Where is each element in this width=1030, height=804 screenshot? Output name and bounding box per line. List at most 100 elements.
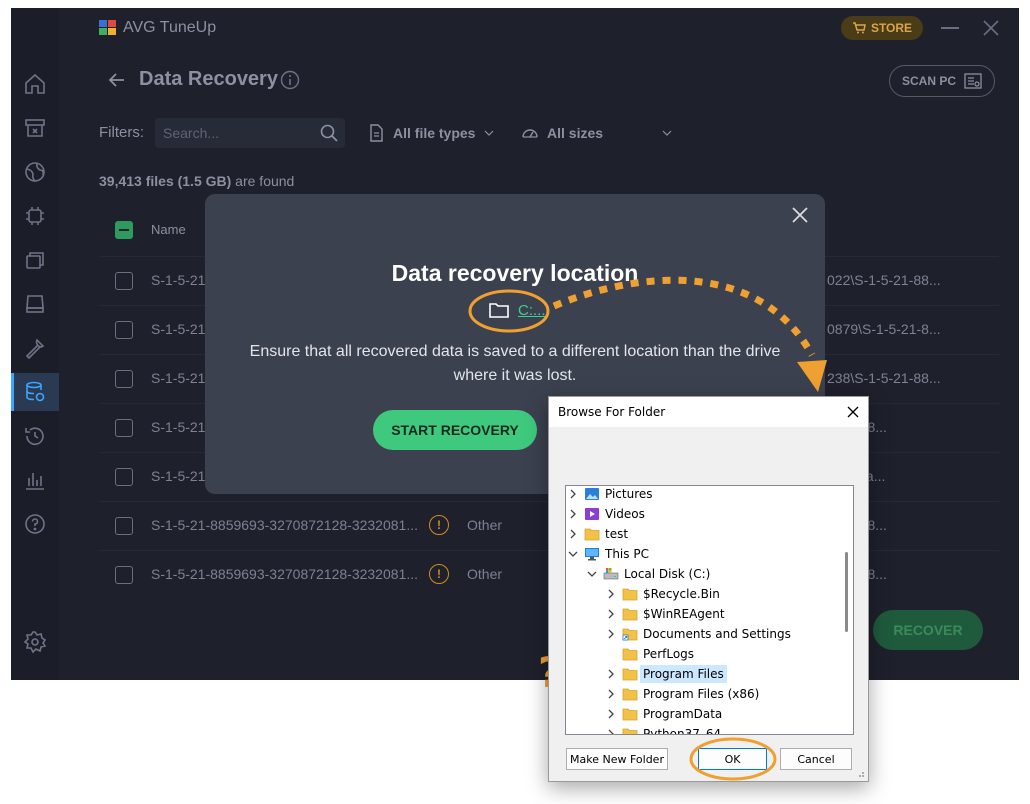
search-input[interactable]	[163, 123, 303, 143]
scan-pc-button[interactable]: SCAN PC	[889, 65, 995, 97]
folder-icon	[622, 667, 638, 681]
tree-item[interactable]: Pictures	[568, 486, 653, 504]
gauge-icon	[522, 129, 538, 138]
start-recovery-button[interactable]: START RECOVERY	[373, 410, 537, 450]
file-types-label: All file types	[393, 125, 476, 141]
tree-item[interactable]: Python37_64	[606, 724, 721, 734]
folder-icon	[622, 607, 638, 621]
tree-item[interactable]: Local Disk (C:)	[587, 564, 710, 584]
chevron-right-icon[interactable]	[568, 509, 578, 519]
folder-icon	[622, 707, 638, 721]
row-file-name: S-1-5-21-	[151, 321, 211, 337]
chevron-right-icon[interactable]	[606, 709, 616, 719]
tree-item-label: Pictures	[605, 487, 653, 501]
warning-icon: !	[429, 515, 449, 535]
tree-item-label: ProgramData	[643, 707, 723, 721]
back-arrow-icon[interactable]	[107, 70, 127, 90]
chevron-right-icon[interactable]	[606, 609, 616, 619]
windows-icon[interactable]	[23, 248, 47, 272]
tree-item[interactable]: $Recycle.Bin	[606, 584, 720, 604]
row-checkbox[interactable]	[115, 517, 133, 535]
file-icon	[370, 124, 383, 142]
avg-logo-icon	[99, 20, 116, 35]
chevron-right-icon[interactable]	[606, 589, 616, 599]
row-file-type: Other	[467, 517, 503, 533]
screenshot-stage: AVG TuneUp STORE Data Recovery SCAN PC F…	[0, 0, 1030, 804]
drive-icon	[603, 567, 619, 581]
recover-button[interactable]: RECOVER	[873, 610, 983, 650]
tree-item[interactable]: $WinREAgent	[606, 604, 725, 624]
tree-item[interactable]: test	[568, 524, 628, 544]
info-icon[interactable]	[280, 70, 300, 90]
found-suffix: are found	[231, 173, 295, 189]
row-file-name: S-1-5-21-	[151, 419, 211, 435]
pictures-icon	[584, 487, 600, 501]
dialog-close-icon[interactable]	[845, 404, 861, 420]
tree-item[interactable]: PerfLogs	[606, 644, 694, 664]
resize-grip-icon[interactable]	[855, 768, 865, 778]
data-recovery-icon[interactable]	[23, 380, 47, 404]
tree-item[interactable]: Documents and Settings	[606, 624, 791, 644]
wrench-icon[interactable]	[23, 336, 47, 360]
store-label: STORE	[870, 21, 913, 35]
row-checkbox[interactable]	[115, 468, 133, 486]
tree-item[interactable]: Program Files (x86)	[606, 684, 759, 704]
disk-icon[interactable]	[23, 292, 47, 316]
chevron-right-icon[interactable]	[606, 729, 616, 734]
row-checkbox[interactable]	[115, 370, 133, 388]
folder-tree[interactable]: Pictures Videos test This PC Local Disk (C:)…	[565, 485, 854, 735]
chevron-right-icon[interactable]	[568, 489, 578, 499]
cancel-button[interactable]: Cancel	[780, 748, 852, 770]
browse-for-folder-dialog: Browse For Folder Pictures Videos test This…	[548, 396, 869, 782]
row-checkbox[interactable]	[115, 566, 133, 584]
stats-icon[interactable]	[23, 468, 47, 492]
shortcut-folder-icon	[622, 627, 638, 641]
folder-icon	[489, 303, 509, 318]
window-close-icon[interactable]	[981, 18, 1001, 38]
tree-item[interactable]: This PC	[568, 544, 649, 564]
search-icon[interactable]	[319, 123, 339, 143]
make-new-folder-button[interactable]: Make New Folder	[566, 748, 668, 770]
sizes-dropdown[interactable]: All sizes	[521, 122, 673, 144]
tree-item[interactable]: Videos	[568, 504, 645, 524]
scan-pc-label: SCAN PC	[901, 74, 956, 88]
tree-item[interactable]: ProgramData	[606, 704, 722, 724]
ok-button[interactable]: OK	[698, 748, 767, 770]
folder-icon	[622, 687, 638, 701]
chevron-right-icon[interactable]	[568, 529, 578, 539]
chevron-down-icon	[485, 130, 494, 136]
archive-icon[interactable]	[23, 116, 47, 140]
chevron-down-icon[interactable]	[568, 549, 578, 559]
home-icon[interactable]	[23, 72, 47, 96]
tree-item-label: Program Files	[640, 665, 727, 683]
store-button[interactable]: STORE	[841, 16, 923, 40]
help-icon[interactable]	[23, 512, 47, 536]
dialog-titlebar: Browse For Folder	[549, 397, 868, 427]
globe-icon[interactable]	[23, 160, 47, 184]
row-checkbox[interactable]	[115, 321, 133, 339]
minimize-icon[interactable]	[941, 27, 959, 29]
location-path[interactable]: C:...	[518, 302, 546, 319]
chevron-down-icon	[662, 130, 672, 136]
chevron-right-icon[interactable]	[606, 689, 616, 699]
settings-icon[interactable]	[23, 630, 47, 654]
location-link[interactable]: C:...	[488, 300, 546, 320]
history-icon[interactable]	[23, 424, 47, 448]
cpu-icon[interactable]	[23, 204, 47, 228]
select-all-checkbox[interactable]	[115, 221, 133, 239]
row-checkbox[interactable]	[115, 272, 133, 290]
row-checkbox[interactable]	[115, 419, 133, 437]
modal-close-icon[interactable]	[789, 204, 811, 226]
page-title: Data Recovery	[139, 68, 278, 90]
nav-rail	[11, 8, 59, 680]
row-file-name: S-1-5-21-8859693-3270872128-3232081...	[151, 517, 418, 533]
chevron-down-icon[interactable]	[587, 569, 597, 579]
tree-item[interactable]: Program Files	[606, 664, 727, 684]
found-summary: 39,413 files (1.5 GB) are found	[99, 173, 294, 189]
chevron-right-icon[interactable]	[606, 629, 616, 639]
column-name-header[interactable]: Name	[151, 222, 186, 237]
chevron-right-icon[interactable]	[606, 669, 616, 679]
search-box[interactable]	[155, 118, 345, 148]
tree-scrollbar[interactable]	[845, 552, 848, 632]
file-types-dropdown[interactable]: All file types	[367, 122, 495, 144]
